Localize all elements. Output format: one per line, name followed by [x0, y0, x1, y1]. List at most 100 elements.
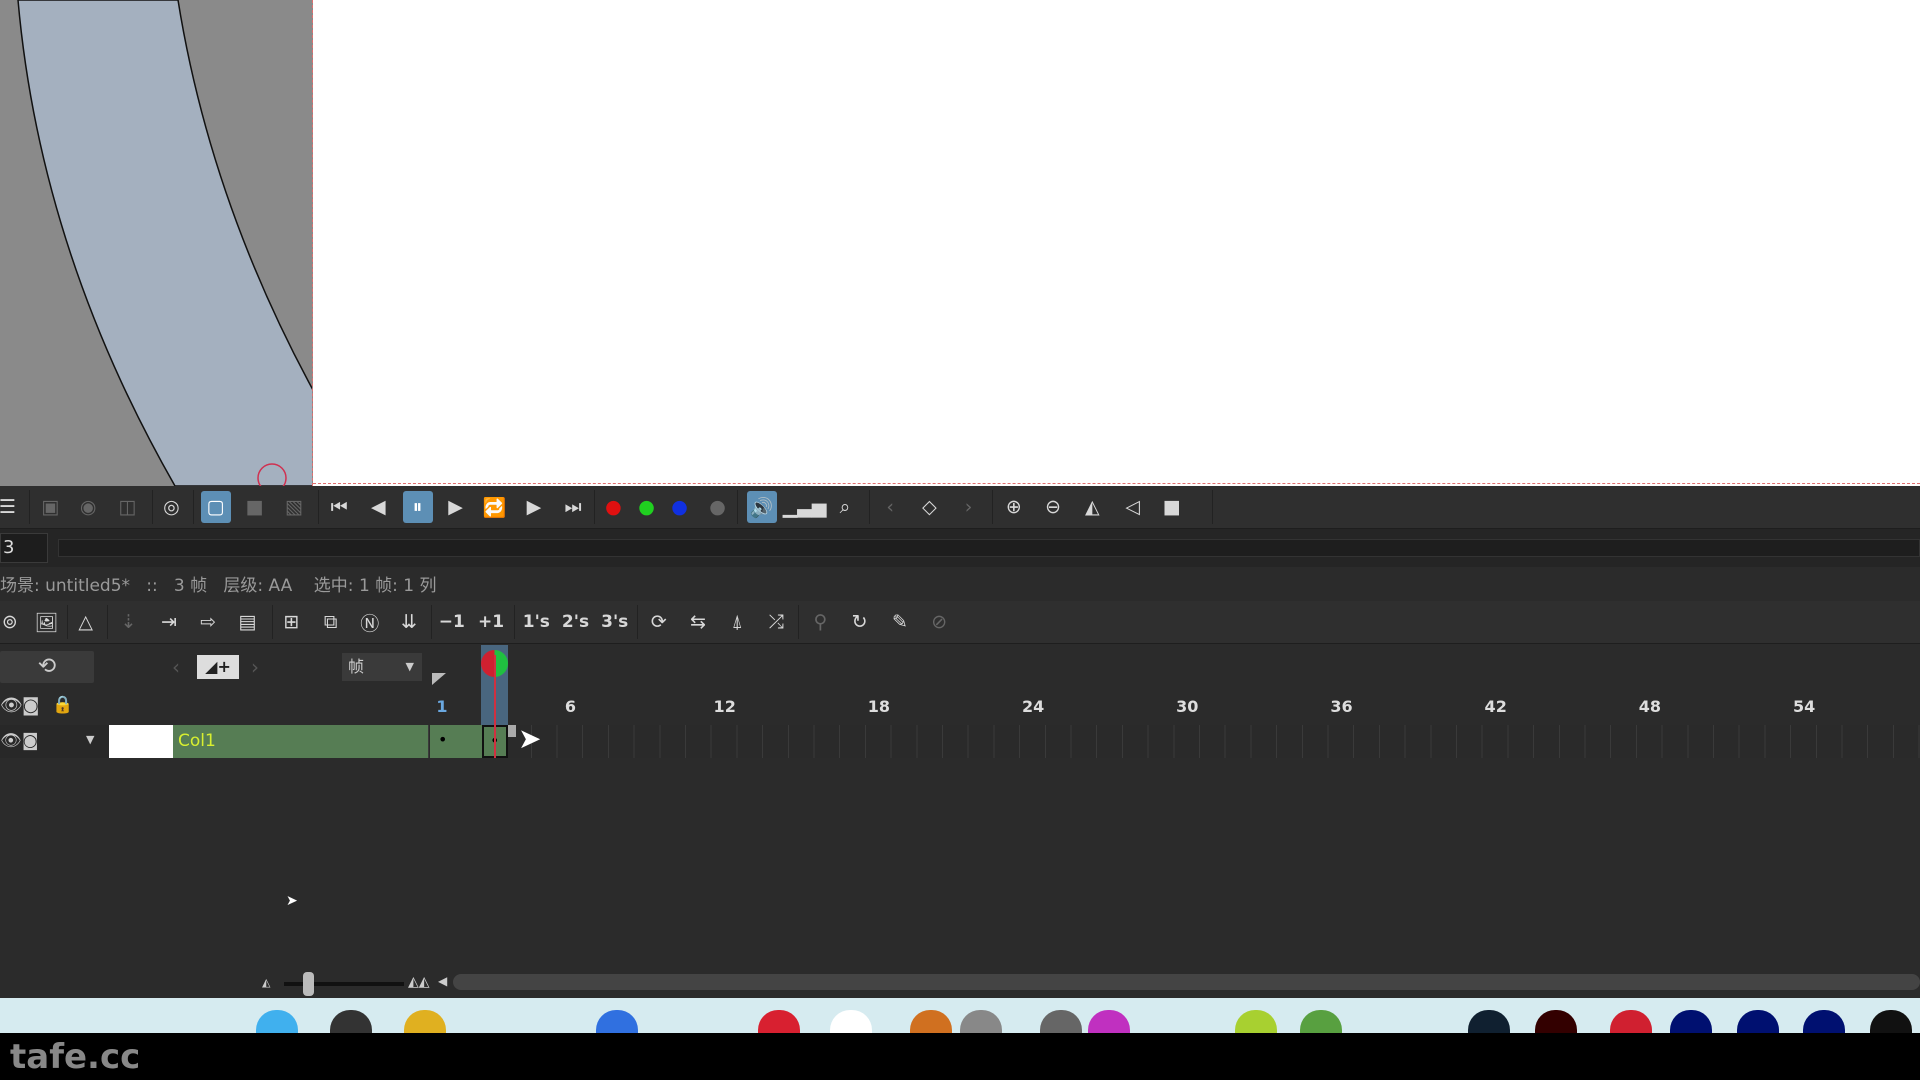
camstand-icon[interactable]: ◙: [22, 695, 39, 716]
taskbar-app-icon[interactable]: [960, 1010, 1002, 1033]
zoom-out-frames-icon[interactable]: ◭: [262, 976, 270, 989]
play-icon[interactable]: ▶: [441, 491, 471, 523]
renumber-icon[interactable]: Ⓝ: [355, 606, 385, 638]
alpha-channel-icon[interactable]: ●: [703, 491, 733, 523]
taskbar-app-icon[interactable]: [758, 1010, 800, 1033]
taskbar-app-icon[interactable]: [1468, 1010, 1510, 1033]
scroll-left-icon[interactable]: ◀: [438, 974, 447, 988]
first-frame-icon[interactable]: ⏮: [324, 491, 354, 523]
step-2-icon[interactable]: 2's: [561, 606, 591, 638]
next-key-icon[interactable]: ›: [954, 491, 984, 523]
export-icon[interactable]: ⇨: [193, 606, 223, 638]
reset-view-icon[interactable]: ■: [1157, 491, 1187, 523]
frame-unit-dropdown[interactable]: 帧 ▼: [342, 653, 422, 681]
flip-horizontal-icon[interactable]: ◭: [1077, 491, 1107, 523]
viewer-canvas[interactable]: [0, 0, 1920, 486]
taskbar-app-icon[interactable]: [1235, 1010, 1277, 1033]
play-range-start-marker[interactable]: [432, 673, 446, 685]
taskbar-app-icon[interactable]: [330, 1010, 372, 1033]
toggle-orientation-icon[interactable]: ⟲: [0, 651, 94, 683]
decrement-icon[interactable]: −1: [437, 606, 467, 638]
increment-icon[interactable]: +1: [476, 606, 506, 638]
taskbar-app-icon[interactable]: [1737, 1010, 1779, 1033]
taskbar-app-icon[interactable]: [1535, 1010, 1577, 1033]
square-icon[interactable]: ■: [240, 491, 270, 523]
search-icon[interactable]: ⌕: [830, 491, 860, 523]
new-raster-level-icon[interactable]: 🖼: [32, 606, 62, 638]
sub-camera-icon[interactable]: ▧: [279, 491, 309, 523]
prev-memo-icon[interactable]: ‹: [172, 655, 180, 679]
histogram-icon[interactable]: ▁▃▅: [783, 491, 827, 523]
add-memo-icon[interactable]: ◢+: [197, 655, 239, 679]
duplicate-icon[interactable]: ⧉: [316, 606, 346, 638]
sound-icon[interactable]: 🔊: [746, 491, 777, 523]
frame-zoom-slider[interactable]: [284, 982, 404, 986]
eye-icon[interactable]: 👁: [0, 695, 23, 716]
level-settings-icon[interactable]: ▤: [232, 606, 262, 638]
next-frame-icon[interactable]: ▶: [519, 491, 549, 523]
zoom-in-frames-icon[interactable]: ◭◭: [408, 974, 430, 990]
swing-icon[interactable]: ⇆: [683, 606, 713, 638]
taskbar-app-icon[interactable]: [910, 1010, 952, 1033]
taskbar-app-icon[interactable]: [1040, 1010, 1082, 1033]
horizontal-scrollbar[interactable]: [453, 974, 1920, 990]
pause-icon[interactable]: ⏸: [402, 491, 433, 523]
blue-channel-icon[interactable]: ●: [665, 491, 695, 523]
layer-eye-icon[interactable]: 👁: [0, 731, 22, 751]
video-overlay-bar: tafe.cc: [0, 1033, 1920, 1080]
preview-icon[interactable]: ◎: [156, 491, 186, 523]
taskbar-app-icon[interactable]: [1670, 1010, 1712, 1033]
camera-icon[interactable]: ◉: [73, 491, 103, 523]
next-memo-icon[interactable]: ›: [251, 655, 259, 679]
step-1-icon[interactable]: 1's: [521, 606, 551, 638]
taskbar-app-icon[interactable]: [1610, 1010, 1652, 1033]
shuffle-icon[interactable]: ⤮: [761, 606, 791, 638]
import-icon[interactable]: ⇥: [154, 606, 184, 638]
reverse-icon[interactable]: ⇊: [394, 606, 424, 638]
taskbar-app-icon[interactable]: [404, 1010, 446, 1033]
zoom-out-icon[interactable]: ⊖: [1038, 491, 1068, 523]
new-toonz-level-icon[interactable]: ⊚: [0, 606, 25, 638]
loop-icon[interactable]: 🔁: [480, 491, 510, 523]
frame-slider[interactable]: [58, 539, 1920, 557]
cell-drag-handle[interactable]: [508, 725, 516, 737]
camera-view-panel[interactable]: [0, 0, 313, 486]
frame-zoom-handle[interactable]: [303, 972, 314, 996]
frame-input[interactable]: 3: [0, 533, 48, 563]
taskbar-app-icon[interactable]: [1803, 1010, 1845, 1033]
step-3-icon[interactable]: 3's: [600, 606, 630, 638]
new-vector-level-icon[interactable]: △: [71, 606, 101, 638]
prev-key-icon[interactable]: ‹: [875, 491, 905, 523]
compare-icon[interactable]: ◫: [112, 491, 142, 523]
rotate-icon[interactable]: ⟳: [644, 606, 674, 638]
new-note-icon[interactable]: ⇣: [114, 606, 144, 638]
cell-area[interactable]: [428, 725, 1920, 758]
lock-icon[interactable]: 🔒: [52, 695, 73, 715]
taskbar-app-icon[interactable]: [830, 1010, 872, 1033]
taskbar-app-icon[interactable]: [1300, 1010, 1342, 1033]
save-icon[interactable]: ▣: [35, 491, 65, 523]
taskbar-app-icon[interactable]: [256, 1010, 298, 1033]
menu-icon[interactable]: ☰: [0, 491, 22, 523]
key-icon[interactable]: ◇: [914, 491, 944, 523]
taskbar-app-icon[interactable]: [596, 1010, 638, 1033]
toolbar-separator: [636, 605, 638, 639]
add-frame-icon[interactable]: ⊞: [276, 606, 306, 638]
clear-icon[interactable]: ⊘: [924, 606, 954, 638]
layer-expand-icon[interactable]: ▼: [86, 733, 94, 746]
prev-frame-icon[interactable]: ◀: [363, 491, 393, 523]
magic-icon[interactable]: ✎: [885, 606, 915, 638]
green-channel-icon[interactable]: ●: [632, 491, 662, 523]
refresh-icon[interactable]: ↻: [845, 606, 875, 638]
layer-name[interactable]: Col1: [173, 725, 428, 758]
camera-view-icon[interactable]: ▢: [200, 491, 231, 523]
autoinput-icon[interactable]: ⚲: [805, 606, 835, 638]
last-frame-icon[interactable]: ⏭: [558, 491, 588, 523]
red-channel-icon[interactable]: ●: [598, 491, 628, 523]
taskbar-app-icon[interactable]: [1088, 1010, 1130, 1033]
layer-camstand-icon[interactable]: ◙: [22, 731, 39, 751]
taskbar-app-icon[interactable]: [1870, 1010, 1912, 1033]
random-icon[interactable]: ⍋: [722, 606, 752, 638]
zoom-in-icon[interactable]: ⊕: [999, 491, 1029, 523]
flip-vertical-icon[interactable]: ◁: [1118, 491, 1148, 523]
